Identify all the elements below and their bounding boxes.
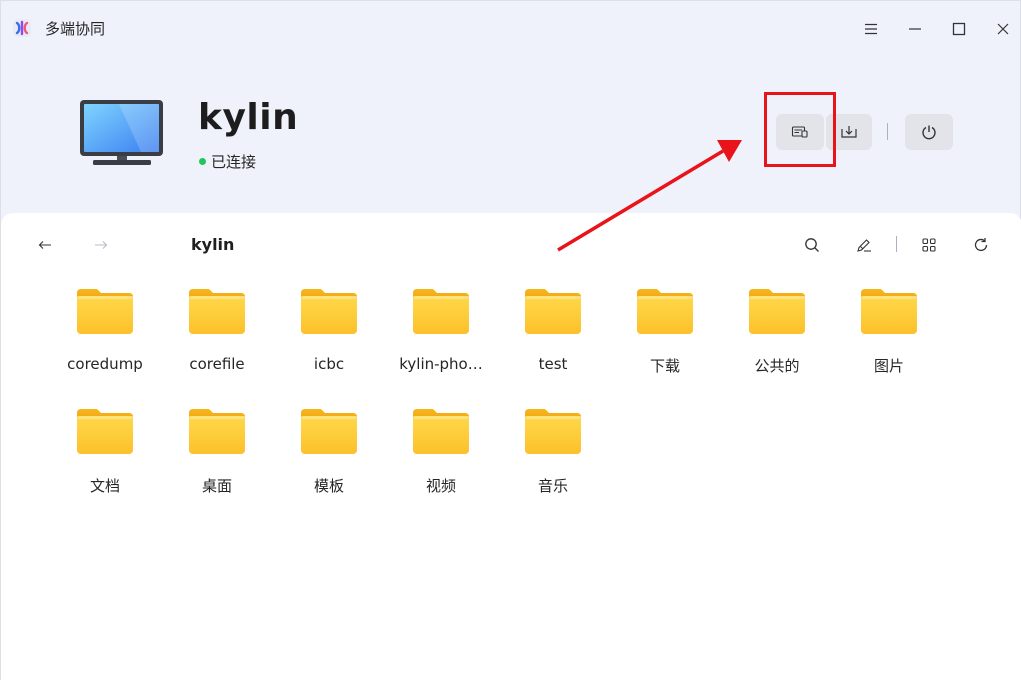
folder-label: test	[538, 355, 568, 373]
toolbar-divider	[896, 236, 897, 252]
folder-item[interactable]: 音乐	[497, 403, 609, 513]
folder-icon	[75, 287, 135, 337]
folder-icon	[187, 407, 247, 457]
folder-icon	[635, 287, 695, 337]
folder-icon	[187, 287, 247, 337]
device-name: kylin	[198, 97, 299, 138]
folder-item[interactable]: coredump	[49, 283, 161, 393]
highlight-annotation-box	[764, 92, 836, 167]
grid-view-icon	[922, 238, 936, 252]
folder-item[interactable]: icbc	[273, 283, 385, 393]
app-title: 多端协同	[45, 20, 106, 38]
power-icon	[922, 125, 936, 140]
folder-label: kylin-pho…	[399, 355, 483, 373]
folder-icon	[523, 407, 583, 457]
folder-label: 音乐	[537, 477, 568, 495]
folder-icon	[747, 287, 807, 337]
folder-label: coredump	[67, 355, 143, 373]
app-logo-icon	[13, 19, 31, 37]
folder-label: 视频	[425, 477, 456, 495]
status-label: 已连接	[211, 153, 257, 171]
folder-item[interactable]: 公共的	[721, 283, 833, 393]
maximize-icon	[952, 22, 966, 36]
folder-label: 下载	[649, 357, 680, 375]
close-icon	[997, 23, 1009, 35]
folder-icon	[299, 287, 359, 337]
breadcrumb[interactable]: kylin	[191, 235, 234, 254]
forward-button[interactable]	[89, 233, 113, 257]
folder-label: icbc	[313, 355, 345, 373]
minimize-icon	[909, 28, 921, 30]
folder-item[interactable]: test	[497, 283, 609, 393]
menu-button[interactable]	[857, 15, 885, 43]
edit-button[interactable]	[851, 232, 877, 258]
download-icon	[841, 126, 857, 138]
folder-item[interactable]: corefile	[161, 283, 273, 393]
folder-label: 文档	[89, 477, 120, 495]
folder-icon	[859, 287, 919, 337]
folder-item[interactable]: 图片	[833, 283, 945, 393]
file-browser-panel: kylin coredump corefile icbc kylin-pho… …	[1, 213, 1021, 680]
folder-icon	[299, 407, 359, 457]
folder-label: corefile	[189, 355, 245, 373]
back-button[interactable]	[33, 233, 57, 257]
folder-label: 桌面	[201, 477, 232, 495]
search-icon	[805, 238, 819, 252]
folder-item[interactable]: 模板	[273, 403, 385, 513]
disconnect-button[interactable]	[905, 114, 953, 150]
arrow-left-icon	[38, 241, 51, 249]
refresh-button[interactable]	[968, 232, 994, 258]
search-button[interactable]	[799, 232, 825, 258]
app-window: 多端协同 kylin 已连接 kylin coredump corefile i…	[0, 0, 1021, 680]
folder-icon	[411, 407, 471, 457]
file-browser: kylin coredump corefile icbc kylin-pho… …	[25, 213, 998, 680]
connection-status: 已连接	[199, 151, 256, 172]
folder-item[interactable]: 视频	[385, 403, 497, 513]
maximize-button[interactable]	[945, 15, 973, 43]
folder-icon	[523, 287, 583, 337]
refresh-icon	[974, 238, 988, 252]
status-dot-icon	[199, 158, 206, 165]
folder-label: 公共的	[754, 357, 800, 375]
folder-label: 模板	[313, 477, 344, 495]
folder-icon	[75, 407, 135, 457]
folder-item[interactable]: 桌面	[161, 403, 273, 513]
minimize-button[interactable]	[901, 15, 929, 43]
folder-icon	[411, 287, 471, 337]
arrow-right-icon	[95, 241, 108, 249]
folder-item[interactable]: 下载	[609, 283, 721, 393]
monitor-icon	[79, 99, 165, 167]
folder-item[interactable]: 文档	[49, 403, 161, 513]
close-button[interactable]	[989, 15, 1017, 43]
edit-icon	[857, 239, 871, 252]
title-bar: 多端协同	[1, 1, 1021, 55]
folder-label: 图片	[873, 357, 904, 375]
folder-item[interactable]: kylin-pho…	[385, 283, 497, 393]
menu-icon	[865, 23, 877, 35]
header-divider	[887, 123, 888, 140]
view-mode-button[interactable]	[916, 232, 942, 258]
